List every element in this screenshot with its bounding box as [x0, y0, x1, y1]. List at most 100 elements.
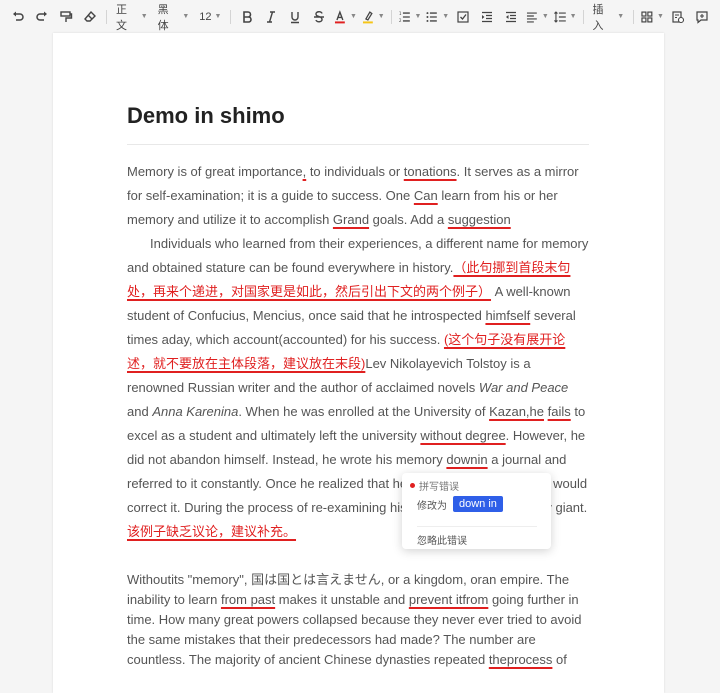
spelling-error[interactable]: fails — [548, 404, 571, 419]
suggestion-button[interactable]: down in — [453, 496, 503, 512]
highlight-button[interactable]: ▼ — [359, 5, 387, 29]
chevron-down-icon: ▼ — [140, 13, 148, 20]
toolbar-divider — [230, 9, 232, 24]
format-painter-icon — [60, 10, 73, 22]
toolbar-divider — [390, 9, 392, 24]
text-color-icon — [335, 9, 346, 23]
chevron-down-icon: ▼ — [182, 13, 190, 20]
highlight-icon — [362, 10, 373, 23]
bold-button[interactable] — [235, 5, 259, 29]
spelling-error[interactable]: tonations — [404, 164, 457, 179]
indent-icon — [482, 11, 493, 22]
spelling-error[interactable]: downin — [446, 452, 487, 467]
toolbar-divider — [582, 9, 584, 24]
spelling-error[interactable]: suggestion — [448, 212, 511, 227]
chevron-down-icon: ▼ — [656, 13, 664, 20]
table-button[interactable]: ▼ — [638, 5, 666, 29]
underline-icon — [291, 11, 300, 23]
document-page[interactable]: Demo in shimo Memory is of great importa… — [53, 33, 664, 693]
clear-format-icon — [84, 10, 96, 22]
popup-divider — [417, 526, 537, 527]
review-comment[interactable]: 该例子缺乏议论，建议补充。 — [127, 524, 296, 539]
bullet-list-button[interactable]: ▼ — [423, 5, 451, 29]
text-run: to individuals or — [306, 164, 404, 179]
comment-icon — [696, 10, 708, 24]
italic-title: War and Peace — [478, 380, 569, 395]
paragraph-style-dropdown[interactable]: 正文 ▼ — [111, 4, 153, 32]
text-run: makes it unstable and — [275, 592, 409, 607]
align-button[interactable]: ▼ — [523, 5, 551, 29]
spelling-popup: 拼写错误 修改为 down in 忽略此错误 — [402, 473, 551, 549]
redo-button[interactable] — [30, 5, 54, 29]
paragraph-style-label: 正文 — [115, 3, 127, 32]
text-run: and — [127, 404, 153, 419]
toolbar-divider — [633, 9, 635, 24]
align-icon — [527, 11, 537, 23]
spelling-error[interactable]: prevent itfrom — [409, 592, 488, 607]
japanese-text: 国は国とは言えません — [251, 572, 381, 587]
underline-button[interactable] — [283, 5, 307, 29]
chevron-down-icon: ▼ — [414, 13, 422, 20]
spelling-error[interactable]: Can — [414, 188, 438, 203]
ignore-error-button[interactable]: 忽略此错误 — [417, 532, 467, 547]
comment-button[interactable] — [690, 5, 714, 29]
history-button[interactable] — [666, 5, 690, 29]
strikethrough-button[interactable] — [307, 5, 331, 29]
checklist-button[interactable] — [451, 5, 475, 29]
redo-icon — [36, 11, 47, 21]
clear-format-button[interactable] — [78, 5, 102, 29]
text-run: of — [552, 652, 567, 667]
bold-icon — [243, 10, 253, 23]
chevron-down-icon: ▼ — [377, 13, 385, 20]
chevron-down-icon: ▼ — [442, 13, 450, 20]
ordered-list-button[interactable]: 1 2 ▼ — [396, 5, 424, 29]
document-body[interactable]: Memory is of great importance, to indivi… — [127, 160, 591, 670]
text-run: . When he was enrolled at the University… — [238, 404, 490, 419]
text-run: Memory is of great importance — [127, 164, 303, 179]
insert-dropdown[interactable]: 插入 ▼ — [588, 4, 630, 32]
suggestion-row: 修改为 down in — [417, 496, 503, 512]
toolbar-divider — [106, 9, 107, 24]
spelling-error[interactable]: Kazan,he — [489, 404, 544, 419]
text-run: Withoutits "memory", — [127, 572, 252, 587]
spelling-error[interactable]: himfself — [485, 308, 530, 323]
chevron-down-icon: ▼ — [214, 13, 222, 20]
undo-button[interactable] — [6, 5, 30, 29]
spelling-error[interactable]: from past — [221, 592, 275, 607]
indent-button[interactable] — [475, 5, 499, 29]
text-color-button[interactable]: ▼ — [331, 5, 359, 29]
italic-title: Anna Karenina — [152, 404, 239, 419]
text-run: goals. Add a — [369, 212, 448, 227]
line-spacing-button[interactable]: ▼ — [551, 5, 579, 29]
ordered-list-icon: 12 — [399, 11, 410, 22]
spelling-error[interactable]: theprocess — [489, 652, 553, 667]
paragraph-1[interactable]: Memory is of great importance, to indivi… — [127, 160, 591, 232]
popup-header: 拼写错误 — [410, 478, 459, 493]
spelling-error[interactable]: without degree — [420, 428, 505, 443]
svg-text:2: 2 — [399, 17, 402, 22]
document-title[interactable]: Demo in shimo — [127, 103, 285, 129]
italic-button[interactable] — [259, 5, 283, 29]
table-icon — [641, 10, 653, 23]
history-icon — [672, 10, 684, 23]
change-to-label: 修改为 — [417, 500, 447, 512]
toolbar: 正文 ▼ 黑体 ▼ 12 ▼ ▼ ▼ 1 2 ▼ ▼ ▼ ▼ 插入 ▼ ▼ — [0, 0, 720, 33]
spelling-error[interactable]: Grand — [333, 212, 369, 227]
popup-title: 拼写错误 — [419, 482, 459, 493]
paragraph-3[interactable]: Withoutits "memory", 国は国とは言えません, or a ki… — [127, 570, 591, 670]
format-painter-button[interactable] — [54, 5, 78, 29]
font-size-label: 12 — [199, 10, 212, 23]
svg-text:1: 1 — [399, 11, 402, 16]
chevron-down-icon: ▼ — [350, 13, 357, 20]
font-family-label: 黑体 — [157, 3, 169, 32]
outdent-icon — [506, 11, 517, 22]
line-spacing-icon — [553, 10, 566, 23]
checklist-icon — [457, 10, 469, 23]
font-size-dropdown[interactable]: 12 ▼ — [194, 5, 226, 29]
outdent-button[interactable] — [499, 5, 523, 29]
font-family-dropdown[interactable]: 黑体 ▼ — [153, 4, 195, 32]
bullet-list-icon — [426, 11, 438, 22]
title-divider — [127, 144, 589, 145]
error-dot-icon — [410, 483, 415, 488]
strikethrough-icon — [314, 10, 325, 22]
